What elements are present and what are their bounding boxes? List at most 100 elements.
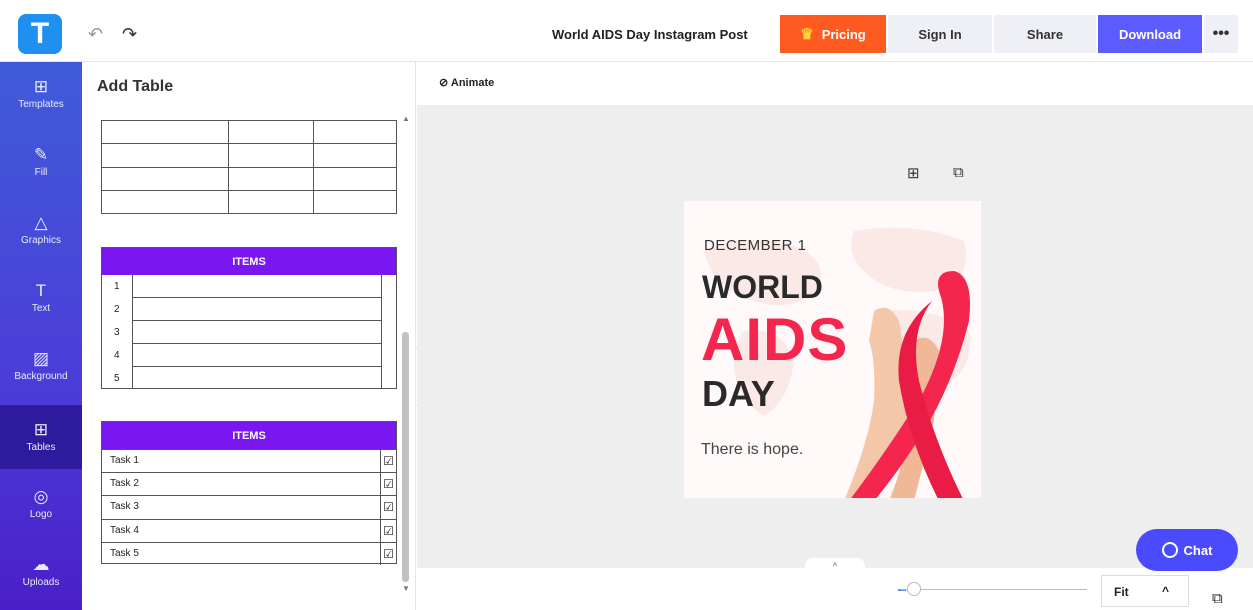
upload-cloud-icon: ☁ bbox=[32, 555, 50, 574]
duplicate-page-icon[interactable]: ⧉ bbox=[953, 164, 964, 181]
table-row-line bbox=[102, 190, 396, 191]
add-table-panel: Add Table ITEMS 1 2 3 4 5 ITEMS Task 1 ☑… bbox=[82, 62, 416, 610]
table-row-line bbox=[102, 143, 396, 144]
table-row: Task 4 ☑ bbox=[102, 518, 396, 542]
zoom-slider-track[interactable] bbox=[901, 589, 1087, 590]
sidebar-item-label: Text bbox=[31, 303, 51, 314]
poster-line-day[interactable]: DAY bbox=[702, 373, 775, 415]
redo-icon[interactable]: ↷ bbox=[122, 24, 137, 45]
sidebar-item-templates[interactable]: ⊞ Templates bbox=[0, 62, 82, 126]
scroll-down-arrow[interactable]: ▼ bbox=[402, 584, 410, 593]
table-row-line bbox=[102, 167, 396, 168]
row-number: 1 bbox=[114, 281, 120, 292]
zoom-fit-select[interactable]: Fit ^ bbox=[1101, 575, 1189, 607]
bottom-bar: ^ Fit ^ ⧉ bbox=[417, 558, 1253, 610]
expand-pages-button[interactable]: ^ bbox=[805, 558, 865, 572]
panel-title: Add Table bbox=[97, 78, 174, 95]
checkbox-icon: ☑ bbox=[380, 450, 396, 473]
table-row: 4 bbox=[102, 344, 396, 367]
animate-icon: ⊘ bbox=[439, 77, 449, 89]
templates-icon: ⊞ bbox=[33, 77, 49, 96]
shapes-icon: △ bbox=[34, 213, 48, 232]
pencil-icon: ✎ bbox=[33, 145, 49, 164]
poster-date[interactable]: DECEMBER 1 bbox=[704, 237, 807, 254]
poster-line-aids[interactable]: AIDS bbox=[701, 305, 848, 374]
sidebar-item-uploads[interactable]: ☁ Uploads bbox=[0, 540, 82, 604]
table-row: 5 bbox=[102, 367, 396, 390]
table-col-line bbox=[228, 120, 229, 214]
pricing-label: Pricing bbox=[821, 26, 866, 42]
table-col-line bbox=[313, 120, 314, 214]
animate-label: Animate bbox=[450, 77, 495, 89]
table-col-line bbox=[132, 275, 133, 389]
logo-icon: ◎ bbox=[33, 487, 49, 506]
top-bar: T ↶ ↷ World AIDS Day Instagram Post ♛ Pr… bbox=[0, 0, 1253, 62]
grid-table-template[interactable] bbox=[101, 120, 397, 214]
row-number: 3 bbox=[114, 327, 120, 338]
table-row-line bbox=[102, 120, 396, 121]
document-title[interactable]: World AIDS Day Instagram Post bbox=[552, 27, 748, 42]
panel-scrollbar[interactable] bbox=[402, 332, 409, 582]
task-label: Task 3 bbox=[110, 501, 139, 513]
sign-in-button[interactable]: Sign In bbox=[888, 15, 992, 53]
poster-tagline[interactable]: There is hope. bbox=[701, 441, 803, 459]
checkbox-icon: ☑ bbox=[380, 542, 396, 565]
text-icon: T bbox=[35, 281, 47, 300]
checkbox-icon: ☑ bbox=[380, 496, 396, 519]
table-row: Task 1 ☑ bbox=[102, 449, 396, 473]
sidebar-item-label: Templates bbox=[18, 99, 64, 110]
sidebar-item-text[interactable]: T Text bbox=[0, 266, 82, 330]
add-page-icon[interactable]: ⊞ bbox=[907, 164, 920, 182]
table-row: Task 5 ☑ bbox=[102, 541, 396, 565]
more-options-button[interactable]: ••• bbox=[1204, 15, 1238, 53]
app-logo[interactable]: T bbox=[18, 14, 62, 54]
canvas-toolbar: ⊘ Animate bbox=[417, 62, 1253, 106]
sidebar-item-background[interactable]: ▨ Background bbox=[0, 334, 82, 398]
sidebar-item-label: Background bbox=[14, 371, 68, 382]
table-header: ITEMS bbox=[102, 248, 396, 275]
sidebar-item-label: Uploads bbox=[22, 577, 60, 588]
zoom-slider-handle[interactable] bbox=[907, 582, 921, 596]
pricing-button[interactable]: ♛ Pricing bbox=[780, 15, 886, 53]
task-label: Task 1 bbox=[110, 455, 139, 466]
task-label: Task 2 bbox=[110, 478, 139, 490]
animate-button[interactable]: ⊘ Animate bbox=[439, 76, 494, 89]
pages-icon[interactable]: ⧉ bbox=[1212, 590, 1223, 607]
crown-icon: ♛ bbox=[800, 26, 814, 43]
table-row: Task 2 ☑ bbox=[102, 472, 396, 496]
design-canvas[interactable]: DECEMBER 1 WORLD AIDS DAY There is hope. bbox=[684, 201, 981, 498]
task-label: Task 4 bbox=[110, 524, 139, 536]
sidebar-item-fill[interactable]: ✎ Fill bbox=[0, 130, 82, 194]
numbered-items-table-template[interactable]: ITEMS 1 2 3 4 5 bbox=[101, 247, 397, 389]
table-row: Task 3 ☑ bbox=[102, 495, 396, 519]
chat-bubble-icon bbox=[1161, 542, 1178, 558]
hands-ribbon-illustration bbox=[845, 271, 970, 498]
row-number: 4 bbox=[114, 350, 120, 361]
chevron-up-icon: ^ bbox=[1162, 584, 1170, 598]
undo-icon[interactable]: ↶ bbox=[88, 24, 103, 45]
checklist-table-template[interactable]: ITEMS Task 1 ☑ Task 2 ☑ Task 3 ☑ Task 4 … bbox=[101, 421, 397, 565]
checkbox-icon: ☑ bbox=[380, 519, 396, 542]
row-number: 2 bbox=[114, 304, 120, 315]
table-icon: ⊞ bbox=[33, 420, 49, 439]
sidebar-item-graphics[interactable]: △ Graphics bbox=[0, 198, 82, 262]
download-button[interactable]: Download bbox=[1098, 15, 1202, 53]
sidebar: ⊞ Templates ✎ Fill △ Graphics T Text ▨ B… bbox=[0, 62, 82, 610]
canvas-area: ⊞ ⧉ DECEMBER 1 WORLD AIDS DAY There is h… bbox=[417, 106, 1253, 568]
sidebar-item-tables[interactable]: ⊞ Tables bbox=[0, 405, 82, 469]
chat-label: Chat bbox=[1183, 542, 1213, 558]
chat-button[interactable]: Chat bbox=[1136, 529, 1238, 571]
table-row: 1 bbox=[102, 275, 396, 298]
table-col-line bbox=[381, 275, 382, 389]
fit-label: Fit bbox=[1114, 585, 1129, 599]
task-label: Task 5 bbox=[110, 547, 139, 559]
table-header: ITEMS bbox=[102, 422, 396, 449]
sidebar-item-label: Fill bbox=[34, 167, 48, 178]
scroll-up-arrow[interactable]: ▲ bbox=[402, 114, 410, 123]
share-button[interactable]: Share bbox=[994, 15, 1096, 53]
sidebar-item-logo[interactable]: ◎ Logo bbox=[0, 472, 82, 536]
sidebar-item-label: Logo bbox=[29, 509, 53, 520]
checkbox-icon: ☑ bbox=[380, 473, 396, 496]
table-row: 2 bbox=[102, 298, 396, 321]
poster-line-world[interactable]: WORLD bbox=[702, 269, 823, 306]
